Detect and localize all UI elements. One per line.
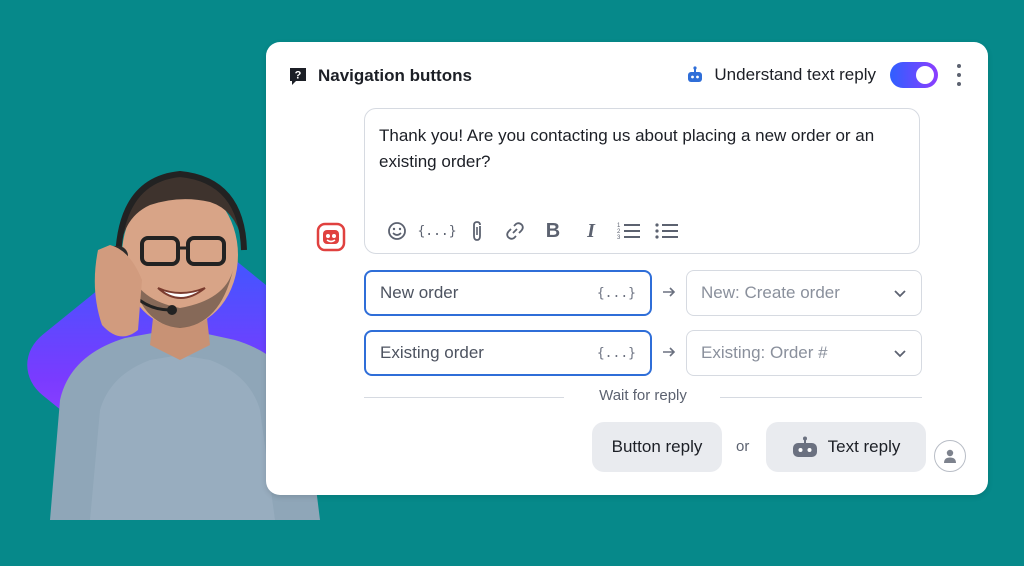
target-step-value: Existing: Order # xyxy=(701,343,828,362)
svg-text:?: ? xyxy=(295,70,302,82)
variable-icon[interactable]: {...} xyxy=(417,219,456,243)
bot-icon xyxy=(688,66,703,82)
bot-icon xyxy=(792,436,817,457)
button-label-input[interactable]: New order {...} xyxy=(364,270,652,316)
formatting-toolbar: {...} B I 123 xyxy=(385,219,693,243)
question-icon: ? xyxy=(290,68,306,85)
wait-for-reply-divider: Wait for reply xyxy=(364,387,922,407)
flow-step-card: ? Navigation buttons Understand text rep… xyxy=(266,42,988,495)
or-label: or xyxy=(736,438,750,455)
variable-icon[interactable]: {...} xyxy=(597,346,636,361)
message-editor[interactable]: Thank you! Are you contacting us about p… xyxy=(364,108,920,254)
target-step-select[interactable]: Existing: Order # xyxy=(686,330,922,376)
toggle-knob xyxy=(916,66,934,84)
chevron-down-icon xyxy=(894,290,906,298)
message-text[interactable]: Thank you! Are you contacting us about p… xyxy=(379,123,899,175)
numbered-list-icon[interactable]: 123 xyxy=(617,219,641,243)
card-title: Navigation buttons xyxy=(318,66,472,85)
text-reply-option[interactable]: Text reply xyxy=(766,422,926,472)
bullet-list-icon[interactable] xyxy=(655,219,679,243)
arrow-right-icon xyxy=(663,347,676,357)
understand-text-reply-toggle[interactable] xyxy=(890,62,938,88)
wait-for-reply-label: Wait for reply xyxy=(599,387,687,404)
button-reply-option[interactable]: Button reply xyxy=(592,422,722,472)
target-step-select[interactable]: New: Create order xyxy=(686,270,922,316)
arrow-right-icon xyxy=(663,287,676,297)
understand-text-reply-label: Understand text reply xyxy=(714,65,876,84)
variable-icon[interactable]: {...} xyxy=(597,286,636,301)
more-options-icon[interactable] xyxy=(956,64,962,86)
button-label-value: New order xyxy=(380,283,459,302)
bot-avatar-icon xyxy=(316,222,346,252)
target-step-value: New: Create order xyxy=(701,283,840,302)
text-reply-label: Text reply xyxy=(827,437,901,456)
link-icon[interactable] xyxy=(503,219,527,243)
bold-icon[interactable]: B xyxy=(541,219,565,243)
svg-text:3: 3 xyxy=(617,235,621,241)
italic-icon[interactable]: I xyxy=(579,219,603,243)
card-header: ? Navigation buttons xyxy=(288,64,472,88)
button-label-input[interactable]: Existing order {...} xyxy=(364,330,652,376)
button-row-new-order: New order {...} New: Create order xyxy=(364,270,922,316)
chevron-down-icon xyxy=(894,350,906,358)
header-controls: Understand text reply xyxy=(686,62,962,88)
user-avatar-icon xyxy=(934,440,966,472)
emoji-icon[interactable] xyxy=(385,219,409,243)
button-row-existing-order: Existing order {...} Existing: Order # xyxy=(364,330,922,376)
button-label-value: Existing order xyxy=(380,343,484,362)
attachment-icon[interactable] xyxy=(465,219,489,243)
